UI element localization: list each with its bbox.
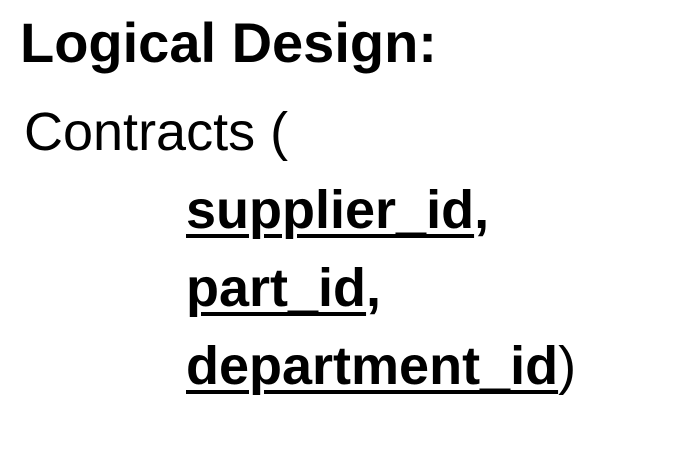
close-paren: ) <box>558 336 577 396</box>
attribute-separator: , <box>366 258 382 318</box>
primary-key-attribute: part_id <box>186 258 367 318</box>
attribute-line-department-id: department_id) <box>186 332 576 400</box>
attribute-line-supplier-id: supplier_id, <box>186 176 489 244</box>
open-paren: ( <box>270 102 289 162</box>
attribute-separator: , <box>474 180 490 240</box>
page-title: Logical Design: <box>20 11 437 74</box>
relation-name: Contracts <box>24 102 256 162</box>
relation-header: Contracts ( <box>24 98 288 166</box>
primary-key-attribute: department_id <box>186 336 559 396</box>
attribute-line-part-id: part_id, <box>186 254 381 322</box>
primary-key-attribute: supplier_id <box>186 180 475 240</box>
slide: Logical Design: Contracts ( supplier_id,… <box>0 0 680 452</box>
